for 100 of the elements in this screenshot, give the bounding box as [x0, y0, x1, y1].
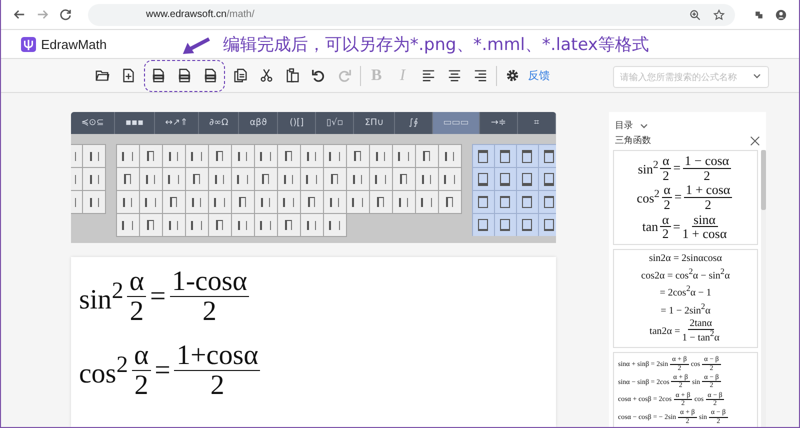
- template-cell[interactable]: [322, 167, 347, 191]
- template-cell[interactable]: [368, 167, 393, 191]
- arrow-template-cell[interactable]: [516, 167, 539, 191]
- palette-tab[interactable]: ▯√▫: [316, 112, 354, 134]
- align-left-icon: [421, 68, 436, 83]
- template-cell[interactable]: [184, 213, 209, 237]
- template-cell[interactable]: [138, 190, 163, 214]
- template-cell[interactable]: [162, 167, 186, 191]
- template-cell[interactable]: [368, 144, 393, 168]
- template-cell[interactable]: [116, 144, 140, 168]
- template-cell[interactable]: [392, 167, 416, 191]
- arrow-template-cell[interactable]: [494, 144, 517, 168]
- scrollbar[interactable]: [761, 150, 766, 427]
- palette-tab[interactable]: ↔↗⇑: [154, 112, 199, 134]
- arrow-template-cell[interactable]: [516, 144, 539, 168]
- template-cell[interactable]: [276, 144, 301, 168]
- star-icon[interactable]: [713, 8, 725, 20]
- arrow-template-cell[interactable]: [494, 213, 517, 236]
- palette-tab[interactable]: ()[]: [278, 112, 316, 134]
- arrow-template-cell[interactable]: [472, 144, 495, 168]
- scissors-icon: [259, 68, 274, 83]
- palette-tab[interactable]: ∂∞Ω: [198, 112, 240, 134]
- template-cell[interactable]: [414, 144, 439, 168]
- template-cell[interactable]: [82, 144, 106, 168]
- arrow-template-cell[interactable]: [516, 190, 539, 214]
- template-cell[interactable]: [276, 190, 301, 214]
- template-cell[interactable]: [346, 167, 370, 191]
- template-cell[interactable]: [438, 167, 462, 191]
- template-cell[interactable]: [138, 144, 163, 168]
- template-cell[interactable]: [162, 213, 186, 237]
- address-bar[interactable]: www.edrawsoft.cn/math/: [88, 4, 735, 26]
- template-cell[interactable]: [392, 144, 416, 168]
- template-cell[interactable]: [116, 190, 140, 214]
- template-cell[interactable]: [184, 167, 209, 191]
- search-field[interactable]: 请输入您所需搜索的公式名称: [613, 66, 769, 88]
- template-cell[interactable]: [254, 167, 278, 191]
- template-cell[interactable]: [392, 190, 416, 214]
- template-cell[interactable]: [346, 190, 370, 214]
- catalog-menu[interactable]: 目录: [615, 119, 633, 132]
- template-cell[interactable]: [438, 144, 462, 168]
- template-cell[interactable]: [230, 144, 255, 168]
- arrow-template-cell[interactable]: [494, 190, 517, 214]
- arrow-template-cell[interactable]: [472, 213, 495, 236]
- template-cell[interactable]: [116, 167, 140, 191]
- template-cell[interactable]: [208, 167, 232, 191]
- template-cell[interactable]: [254, 144, 278, 168]
- reload-icon[interactable]: [59, 8, 72, 21]
- close-icon[interactable]: [750, 136, 760, 146]
- palette-tab[interactable]: ≼⊙⊆: [71, 112, 116, 134]
- arrow-template-cell[interactable]: [538, 144, 556, 168]
- template-cell[interactable]: [138, 167, 163, 191]
- template-cell[interactable]: [368, 190, 393, 214]
- zoom-icon[interactable]: [689, 8, 701, 20]
- template-cell[interactable]: [322, 213, 347, 237]
- template-cell[interactable]: [138, 213, 163, 237]
- template-cell[interactable]: [322, 190, 347, 214]
- palette-tab[interactable]: ⌗: [518, 112, 556, 134]
- template-cell[interactable]: [414, 190, 439, 214]
- account-icon[interactable]: [775, 8, 787, 20]
- template-cell[interactable]: [184, 144, 209, 168]
- arrow-template-cell[interactable]: [516, 213, 539, 236]
- arrow-template-cell[interactable]: [538, 167, 556, 191]
- template-cell[interactable]: [322, 144, 347, 168]
- template-cell[interactable]: [230, 190, 255, 214]
- template-cell[interactable]: [208, 144, 232, 168]
- feedback-link[interactable]: 反馈: [528, 68, 550, 83]
- template-cell[interactable]: [276, 167, 301, 191]
- extension-icon[interactable]: [753, 8, 765, 20]
- template-cell[interactable]: [438, 190, 462, 214]
- template-cell[interactable]: [346, 144, 370, 168]
- template-cell[interactable]: [254, 213, 278, 237]
- template-cell[interactable]: [300, 144, 324, 168]
- template-cell[interactable]: [82, 190, 106, 214]
- arrow-template-cell[interactable]: [538, 190, 556, 214]
- palette-tab[interactable]: ▪▪▪: [115, 112, 155, 134]
- back-icon[interactable]: [13, 8, 26, 21]
- template-cell[interactable]: [230, 213, 255, 237]
- template-cell[interactable]: [300, 190, 324, 214]
- template-cell[interactable]: [230, 167, 255, 191]
- new-file-icon: [121, 68, 136, 83]
- template-cell[interactable]: [116, 213, 140, 237]
- arrow-template-cell[interactable]: [472, 190, 495, 214]
- arrow-template-cell[interactable]: [494, 167, 517, 191]
- template-cell[interactable]: [184, 190, 209, 214]
- arrow-template-cell[interactable]: [472, 167, 495, 191]
- palette-tab[interactable]: →≑: [480, 112, 518, 134]
- template-cell[interactable]: [82, 167, 106, 191]
- template-cell[interactable]: [162, 144, 186, 168]
- palette-tab[interactable]: ΣΠ∪: [354, 112, 395, 134]
- template-cell[interactable]: [414, 167, 439, 191]
- palette-tab[interactable]: αβϑ: [239, 112, 278, 134]
- template-cell[interactable]: [254, 190, 278, 214]
- template-cell[interactable]: [208, 190, 232, 214]
- palette-tab[interactable]: ▭▭▭: [432, 112, 480, 134]
- template-cell[interactable]: [208, 213, 232, 237]
- template-cell[interactable]: [276, 213, 301, 237]
- template-cell[interactable]: [300, 167, 324, 191]
- template-cell[interactable]: [300, 213, 324, 237]
- arrow-template-cell[interactable]: [538, 213, 556, 236]
- template-cell[interactable]: [162, 190, 186, 214]
